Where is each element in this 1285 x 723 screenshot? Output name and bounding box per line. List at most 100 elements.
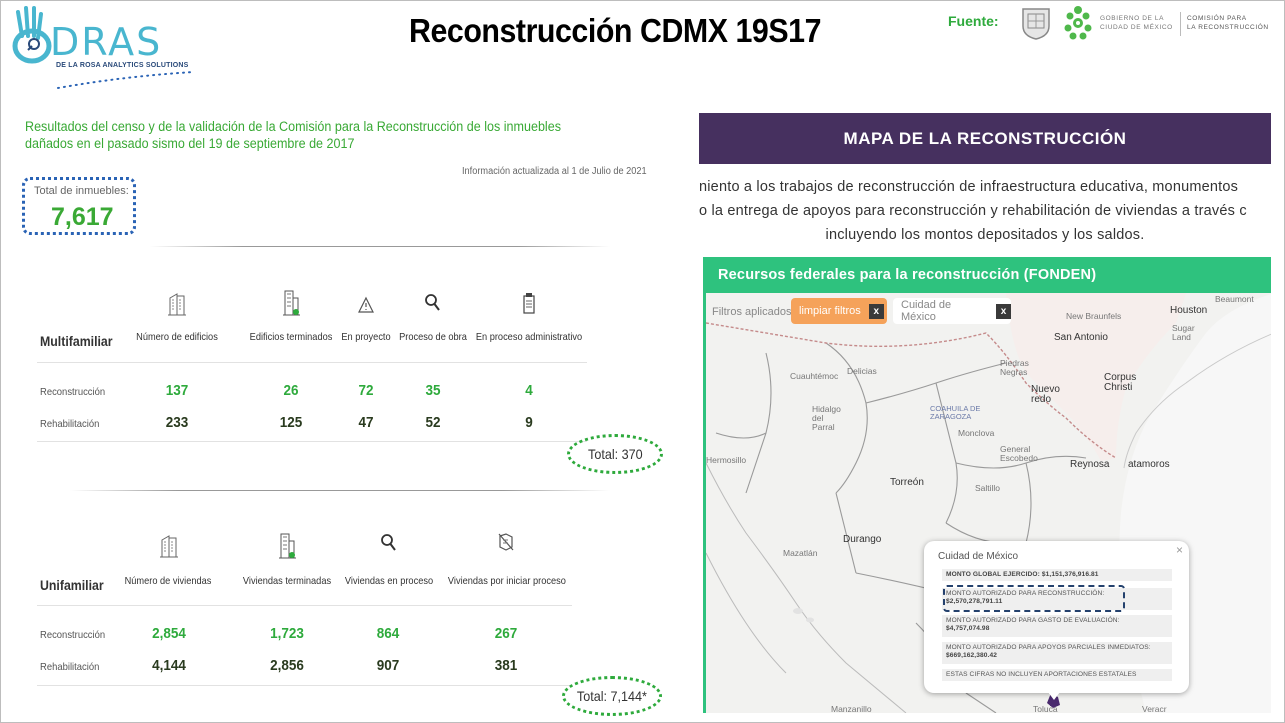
map-label: Corpus Christi xyxy=(1104,372,1137,393)
total-label: Total de inmuebles: xyxy=(34,185,129,197)
value-cell: 26 xyxy=(283,382,299,399)
close-icon[interactable]: x xyxy=(996,303,1011,319)
map-label: General Escobedo xyxy=(1000,444,1038,463)
map-label: Houston xyxy=(1170,305,1208,316)
multifamiliar-total: Total: 370 xyxy=(567,434,663,474)
dotted-swoosh-icon xyxy=(57,71,195,89)
magnifier-icon xyxy=(378,531,400,555)
value-cell: 2,854 xyxy=(152,625,186,642)
comision-line-2: LA RECONSTRUCCIÓN xyxy=(1187,24,1269,31)
page-title: Reconstrucción CDMX 19S17 xyxy=(409,12,821,49)
popup-row-reconstruccion: MONTO AUTORIZADO PARA RECONSTRUCCIÓN: $2,… xyxy=(942,588,1172,610)
total-value: 7,617 xyxy=(51,203,114,231)
map-label: Torreón xyxy=(890,477,924,488)
government-logos: GOBIERNO DE LA CIUDAD DE MÉXICO COMISIÓN… xyxy=(1020,4,1275,44)
value-cell: 267 xyxy=(494,625,518,642)
cdmx-emblem-icon xyxy=(1064,6,1092,40)
value-cell: 864 xyxy=(376,625,400,642)
popup-title: Cuidad de México xyxy=(938,551,1019,562)
row-label-rehabilitacion: Rehabilitación xyxy=(40,418,100,430)
value-cell: 125 xyxy=(279,414,303,431)
map-label: Manzanillo xyxy=(831,704,872,714)
value-cell: 4,144 xyxy=(152,657,186,674)
col-en-proyecto: En proyecto xyxy=(341,331,391,343)
map-desc-line-2: o la entrega de apoyos para reconstrucci… xyxy=(699,203,1247,219)
value-cell: 47 xyxy=(358,414,374,431)
row-label-rehabilitacion: Rehabilitación xyxy=(40,661,100,673)
map-label: Mazatlán xyxy=(783,548,818,558)
clear-filters-chip[interactable]: limpiar filtros x xyxy=(791,298,887,324)
map-desc-line-3: incluyendo los montos depositados y los … xyxy=(825,227,1145,243)
popup-pointer-icon xyxy=(1048,692,1060,706)
map-label: Beaumont xyxy=(1215,294,1254,304)
col-num-viviendas: Número de viviendas xyxy=(124,575,212,587)
finished-house-icon xyxy=(276,530,298,560)
intro-text: Resultados del censo y de la validación … xyxy=(25,119,561,151)
house-building-icon xyxy=(158,532,180,560)
value-cell: 907 xyxy=(376,657,400,674)
map-label: Delicias xyxy=(847,366,877,376)
dras-logo: DRAS DE LA ROSA ANALYTICS SOLUTIONS xyxy=(10,6,200,92)
map-label: Cuauhtémoc xyxy=(790,371,839,381)
multifamiliar-label: Multifamiliar xyxy=(40,333,113,349)
value-cell: 2,856 xyxy=(270,657,304,674)
logo-word: DRAS xyxy=(50,20,163,64)
panel-title: Recursos federales para la reconstrucció… xyxy=(706,257,1271,293)
finished-building-icon xyxy=(280,287,302,317)
comision-line-1: COMISIÓN PARA xyxy=(1187,15,1247,22)
pending-icon xyxy=(495,530,517,554)
value-cell: 233 xyxy=(165,414,189,431)
col-num-edificios: Número de edificios xyxy=(136,331,218,343)
source-label: Fuente: xyxy=(948,13,999,29)
gob-line-1: GOBIERNO DE LA xyxy=(1100,15,1165,22)
close-icon[interactable]: × xyxy=(1176,543,1183,557)
divider xyxy=(70,490,610,491)
map-label: Piedras Negras xyxy=(1000,358,1029,377)
col-viviendas-terminadas: Viviendas terminadas xyxy=(242,575,332,587)
value-cell: 52 xyxy=(425,414,441,431)
col-proceso-obra: Proceso de obra xyxy=(399,331,467,343)
magnifier-icon xyxy=(422,292,444,314)
popup-row-evaluacion: MONTO AUTORIZADO PARA GASTO DE EVALUACIÓ… xyxy=(942,615,1172,637)
map-label: Saltillo xyxy=(975,483,1001,493)
row-label-reconstruccion: Reconstrucción xyxy=(40,629,106,641)
total-buildings-box: Total de inmuebles: 7,617 xyxy=(22,177,136,235)
unifamiliar-total: Total: 7,144* xyxy=(562,676,662,716)
popup-row-global: MONTO GLOBAL EJERCIDO: $1,151,376,916.81 xyxy=(942,569,1172,581)
value-cell: 35 xyxy=(425,382,441,399)
col-proceso-administrativo: En proceso administrativo xyxy=(475,331,583,343)
warning-icon xyxy=(356,294,376,316)
map-banner: MAPA DE LA RECONSTRUCCIÓN xyxy=(699,113,1271,164)
value-cell: 9 xyxy=(525,414,533,431)
city-shield-icon xyxy=(1022,8,1050,40)
clear-filters-label: limpiar filtros xyxy=(799,305,861,317)
applied-filter-chip[interactable]: Cuidad de México x xyxy=(893,298,1011,324)
map-label: COAHUILA DE ZARAGOZA xyxy=(930,404,981,421)
map-label: Monclova xyxy=(958,428,995,438)
map-label: San Antonio xyxy=(1054,332,1108,343)
map-label: Reynosa xyxy=(1070,459,1110,470)
value-cell: 1,723 xyxy=(270,625,304,642)
divider xyxy=(150,246,610,247)
col-edificios-terminados: Edificios terminados xyxy=(249,331,333,343)
map-popup: × Cuidad de México MONTO GLOBAL EJERCIDO… xyxy=(924,541,1189,693)
value-cell: 381 xyxy=(494,657,518,674)
updated-date: Información actualizada al 1 de Julio de… xyxy=(462,166,647,177)
value-cell: 4 xyxy=(525,382,533,399)
col-viviendas-proceso: Viviendas en proceso xyxy=(344,575,434,587)
col-viviendas-por-iniciar: Viviendas por iniciar proceso xyxy=(447,575,566,587)
popup-row-apoyos: MONTO AUTORIZADO PARA APOYOS PARCIALES I… xyxy=(942,642,1172,664)
applied-filter-label: Cuidad de México xyxy=(901,299,952,323)
map-label: Nuevo redo xyxy=(1031,384,1060,405)
map-label: Hidalgo del Parral xyxy=(812,404,841,432)
value-cell: 137 xyxy=(165,382,189,399)
map-desc-line-1: niento a los trabajos de reconstrucción … xyxy=(699,179,1239,195)
unifamiliar-label: Unifamiliar xyxy=(40,577,104,593)
map-label: Durango xyxy=(843,534,882,545)
map-label: atamoros xyxy=(1128,459,1170,470)
map-label: Veracr xyxy=(1142,704,1167,714)
row-label-reconstruccion: Reconstrucción xyxy=(40,386,106,398)
map-label: New Braunfels xyxy=(1066,311,1122,321)
close-icon[interactable]: x xyxy=(868,303,884,319)
gob-line-2: CIUDAD DE MÉXICO xyxy=(1100,24,1173,31)
